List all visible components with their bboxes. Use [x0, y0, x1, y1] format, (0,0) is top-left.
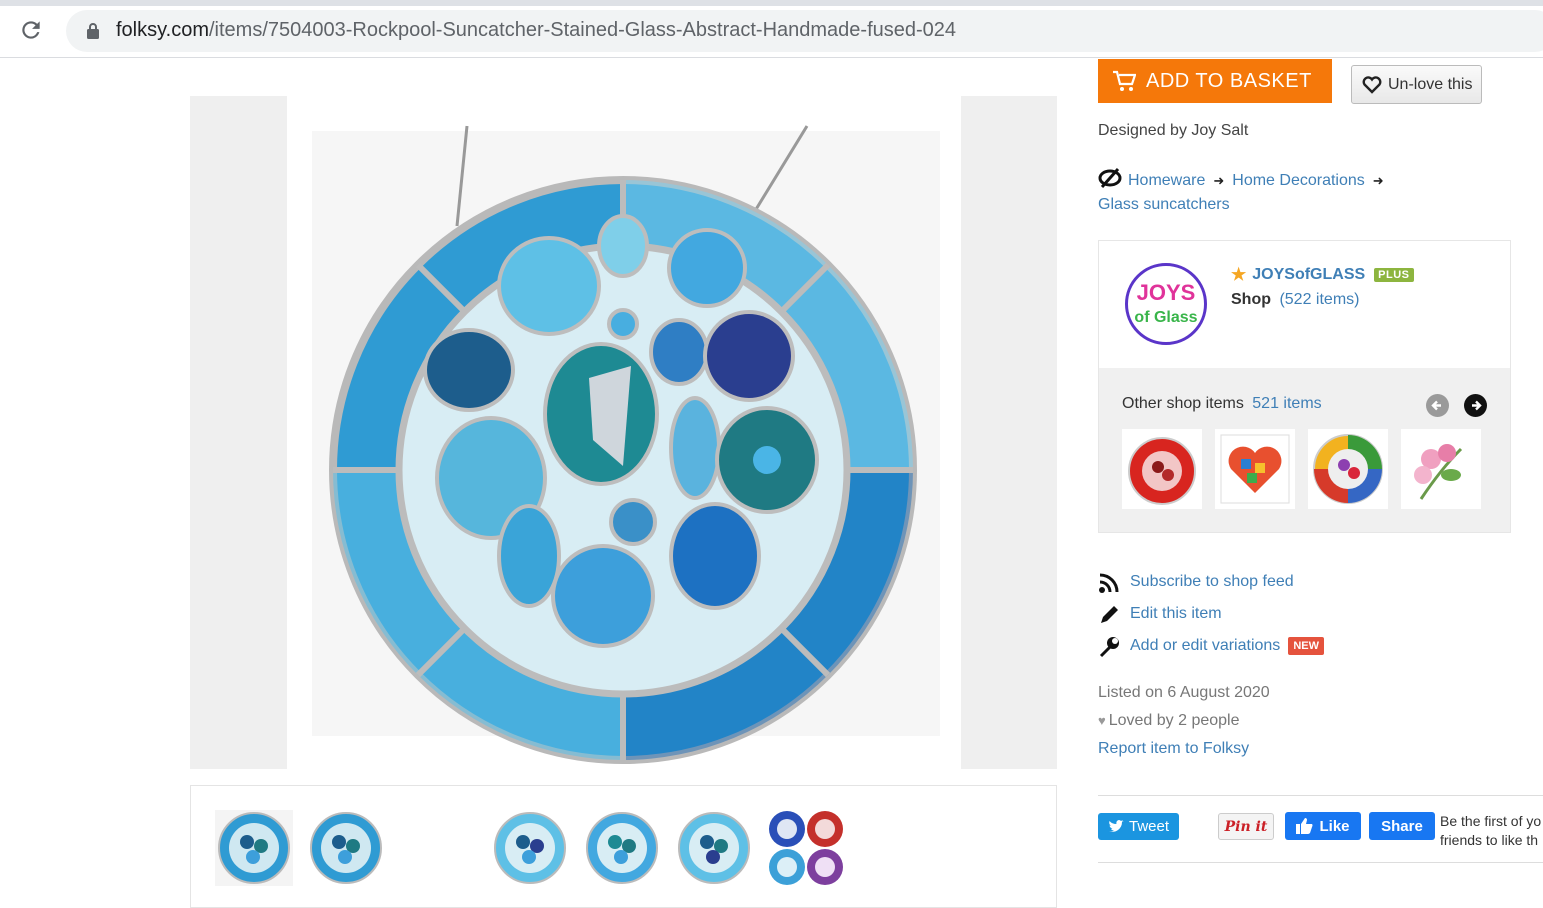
facebook-share-button[interactable]: Share — [1369, 812, 1435, 840]
breadcrumb-glass-suncatchers[interactable]: Glass suncatchers — [1098, 196, 1230, 213]
shop-logo-image: JOYS of Glass — [1134, 280, 1197, 326]
edit-item-link[interactable]: Edit this item — [1130, 605, 1222, 623]
reload-icon[interactable] — [18, 17, 44, 43]
share-label: Share — [1381, 817, 1423, 835]
main-image-frame — [190, 96, 1057, 769]
facebook-like-button[interactable]: Like — [1285, 812, 1361, 840]
facebook-like-prompt-line-1: Be the first of yo — [1440, 813, 1542, 829]
add-to-basket-button[interactable]: ADD TO BASKET — [1098, 59, 1332, 103]
url-text[interactable]: folksy.com/items/7504003-Rockpool-Suncat… — [116, 19, 956, 42]
breadcrumb-home-decorations[interactable]: Home Decorations — [1232, 172, 1365, 189]
social-share-bar: Tweet Pin it Like Share Be the first of … — [1098, 795, 1543, 863]
other-item-thumb-4[interactable] — [1401, 429, 1481, 509]
arrow-right-icon: ➜ — [1213, 173, 1225, 188]
shop-logo[interactable]: JOYS of Glass — [1125, 263, 1207, 345]
category-breadcrumb: Homeware ➜ Home Decorations ➜ Glass suncatch… — [1098, 167, 1418, 217]
shop-header: JOYS of Glass ★ JOYSofGLASS PLUS Shop (5… — [1099, 241, 1510, 368]
thumbnail-3[interactable] — [491, 810, 569, 886]
unlove-label: Un-love this — [1388, 75, 1473, 93]
facebook-like-prompt-line-2: friends to like th — [1440, 832, 1539, 848]
tab-strip — [0, 0, 1543, 6]
wrench-icon — [1099, 636, 1119, 657]
other-item-thumb-3[interactable] — [1308, 429, 1388, 509]
arrow-right-icon — [1472, 400, 1482, 411]
add-to-basket-label: ADD TO BASKET — [1146, 69, 1312, 92]
unlove-button[interactable]: Un-love this — [1351, 65, 1482, 104]
star-icon: ★ — [1231, 265, 1247, 284]
carousel-next-button[interactable] — [1464, 394, 1487, 417]
thumbs-up-icon — [1296, 818, 1313, 834]
item-meta: Listed on 6 August 2020 ♥ Loved by 2 peop… — [1098, 679, 1270, 763]
other-item-thumb-2[interactable] — [1215, 429, 1295, 509]
thumbnail-1[interactable] — [215, 810, 293, 886]
basket-icon — [1113, 70, 1136, 91]
rss-icon — [1099, 573, 1119, 593]
thumbnail-6[interactable] — [767, 810, 845, 886]
edit-row: Edit this item — [1098, 598, 1324, 630]
arrow-left-icon — [1431, 400, 1441, 411]
loved-count-row: ♥ Loved by 2 people — [1098, 707, 1270, 735]
arrow-right-icon: ➜ — [1372, 173, 1384, 188]
other-items-heading: Other shop items 521 items — [1122, 395, 1322, 413]
svg-text:of Glass: of Glass — [1134, 309, 1197, 326]
url-host: folksy.com — [116, 19, 209, 41]
facebook-like-prompt: Be the first of yo friends to like th — [1440, 812, 1541, 850]
breadcrumb-homeware[interactable]: Homeware — [1128, 172, 1205, 189]
pin-it-button[interactable]: Pin it — [1218, 813, 1274, 840]
shop-name-row: ★ JOYSofGLASS PLUS — [1231, 265, 1414, 285]
other-items-count-link[interactable]: 521 items — [1252, 395, 1321, 412]
variations-row: Add or edit variations NEW — [1098, 630, 1324, 662]
twitter-icon — [1108, 819, 1124, 832]
thumbnail-5[interactable] — [675, 810, 753, 886]
subscribe-row: Subscribe to shop feed — [1098, 566, 1324, 598]
new-badge: NEW — [1288, 637, 1324, 655]
page-content: fused 024 — [0, 59, 1543, 908]
like-label: Like — [1319, 817, 1350, 835]
thumbnail-4[interactable] — [583, 810, 661, 886]
other-items-label: Other shop items — [1122, 395, 1244, 412]
browser-toolbar: folksy.com/items/7504003-Rockpool-Suncat… — [0, 0, 1543, 58]
designer-credit: Designed by Joy Salt — [1098, 122, 1249, 139]
tweet-button[interactable]: Tweet — [1098, 813, 1179, 840]
thumbnail-2[interactable] — [307, 810, 385, 886]
category-icon — [1098, 168, 1122, 188]
thumbnail-strip — [190, 785, 1057, 908]
suncatcher-illustration — [312, 125, 940, 764]
heart-icon — [1362, 75, 1382, 94]
url-path: /items/7504003-Rockpool-Suncatcher-Stain… — [208, 19, 957, 41]
svg-text:JOYS: JOYS — [1137, 280, 1196, 305]
shop-count-link[interactable]: (522 items) — [1279, 291, 1359, 308]
carousel-prev-button[interactable] — [1426, 394, 1449, 417]
item-action-links: Subscribe to shop feed Edit this item Ad… — [1098, 566, 1324, 662]
heart-small-icon: ♥ — [1098, 713, 1106, 728]
shop-name-link[interactable]: JOYSofGLASS — [1252, 266, 1365, 284]
plus-badge: PLUS — [1374, 268, 1414, 282]
main-product-image[interactable] — [287, 96, 961, 769]
pencil-icon — [1101, 605, 1118, 623]
other-item-thumb-1[interactable] — [1122, 429, 1202, 509]
listed-date: Listed on 6 August 2020 — [1098, 684, 1270, 701]
report-item-link[interactable]: Report item to Folksy — [1098, 740, 1249, 757]
shop-item-count: Shop (522 items) — [1231, 291, 1359, 309]
shop-panel: JOYS of Glass ★ JOYSofGLASS PLUS Shop (5… — [1098, 240, 1511, 533]
pin-it-label: Pin it — [1224, 818, 1268, 835]
variations-link[interactable]: Add or edit variations — [1130, 637, 1280, 655]
shop-label: Shop — [1231, 291, 1271, 308]
loved-count: Loved by 2 people — [1108, 712, 1240, 729]
tweet-label: Tweet — [1128, 818, 1170, 835]
subscribe-link[interactable]: Subscribe to shop feed — [1130, 573, 1294, 591]
item-title: fused 024 — [188, 59, 355, 68]
lock-icon — [87, 23, 99, 39]
